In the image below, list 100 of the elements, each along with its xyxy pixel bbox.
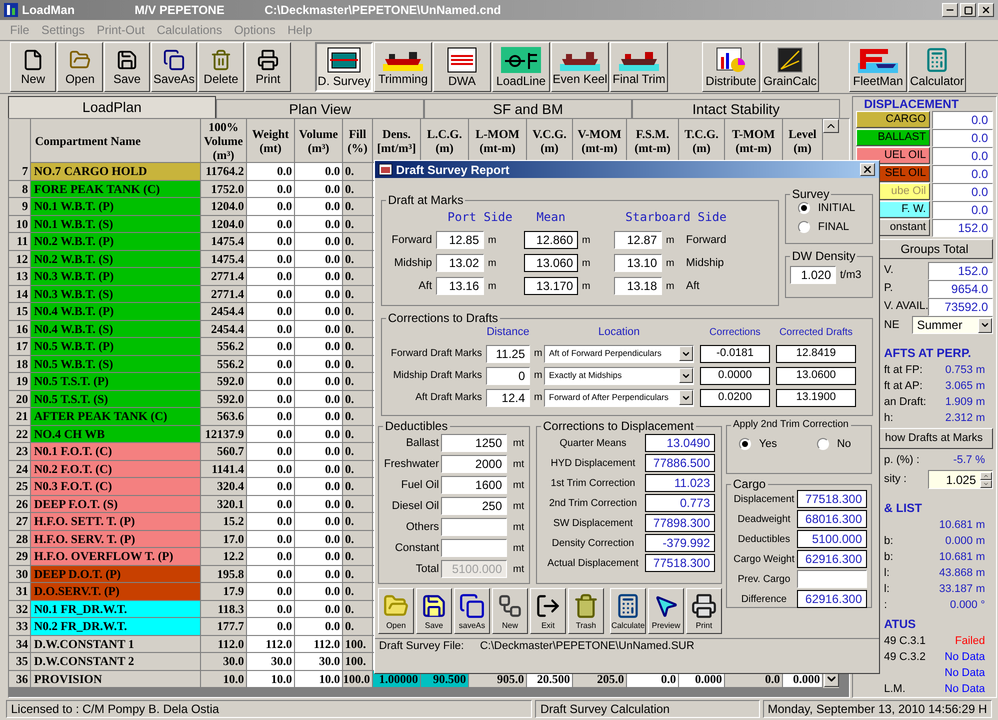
result-field[interactable]: 13.0490	[645, 434, 715, 452]
toolbar-button[interactable]: SaveAs	[151, 42, 197, 92]
corrected-field[interactable]: 13.1900	[776, 388, 856, 406]
group-value-field[interactable]: 152.0	[932, 218, 993, 236]
result-field[interactable]: 77898.300	[645, 514, 715, 532]
distance-field[interactable]: 11.25	[486, 344, 530, 362]
table-cell: 0.0	[247, 496, 295, 513]
draft-field[interactable]: 13.02	[436, 254, 484, 272]
value-text: 33.187 m	[938, 582, 986, 597]
toolbar-button[interactable]: New	[10, 42, 56, 92]
group-value-field[interactable]: 0.0	[932, 182, 993, 200]
group-value-field[interactable]: 0.0	[932, 200, 993, 218]
deductible-field[interactable]	[441, 539, 507, 557]
close-button[interactable]	[860, 163, 875, 176]
radio-option[interactable]: Yes	[739, 436, 777, 452]
compartment-name: N0.3 W.B.T. (P)	[31, 268, 201, 286]
toolbar-button[interactable]: Exit	[530, 588, 566, 634]
cargo-field[interactable]: 62916.300	[797, 550, 867, 568]
toolbar-button[interactable]: Print	[245, 42, 291, 92]
group-value-field[interactable]: 0.0	[932, 164, 993, 182]
cargo-field[interactable]: 77518.300	[797, 490, 867, 508]
dialog-title: Draft Survey Report	[396, 162, 510, 178]
mean-field[interactable]: 13.060	[524, 254, 578, 272]
toolbar-button[interactable]: Save	[104, 42, 150, 92]
group-title: Draft at Marks	[387, 194, 464, 206]
close-button[interactable]	[978, 3, 994, 17]
toolbar-button[interactable]: FleetMan	[849, 42, 907, 92]
result-field[interactable]: 77886.500	[645, 454, 715, 472]
tab[interactable]: Plan View	[216, 99, 424, 118]
draft-field[interactable]: 13.16	[436, 277, 484, 295]
toolbar-button[interactable]: D. Survey	[315, 42, 373, 92]
location-dropdown[interactable]: Exactly at Midships	[544, 366, 694, 384]
toolbar-button[interactable]: LoadLine	[492, 42, 550, 92]
toolbar-button[interactable]: Calculate	[610, 588, 646, 634]
toolbar-button[interactable]: GrainCalc	[761, 42, 819, 92]
mean-field[interactable]: 12.860	[524, 231, 578, 249]
group-value-field[interactable]: 0.0	[932, 128, 993, 146]
cargo-field[interactable]	[797, 570, 867, 588]
toolbar-button[interactable]: Calculator	[908, 42, 966, 92]
row-label: Ballast	[404, 436, 440, 451]
correction-field[interactable]: 0.0000	[700, 366, 770, 384]
toolbar-button[interactable]: Trash	[568, 588, 604, 634]
mean-field[interactable]: 13.170	[524, 277, 578, 295]
table-cell: 0.0	[295, 216, 343, 233]
draft-field[interactable]: 13.18	[614, 277, 662, 295]
tab[interactable]: LoadPlan	[8, 96, 216, 118]
table-cell: 0.0	[247, 250, 295, 268]
result-field[interactable]: 11.023	[645, 474, 715, 492]
deductible-field[interactable]: 250	[441, 497, 507, 515]
location-dropdown[interactable]: Aft of Forward Perpendiculars	[544, 344, 694, 362]
table-cell: 0.	[343, 286, 373, 303]
zone-dropdown[interactable]: Summer	[912, 316, 993, 334]
toolbar-button[interactable]: Even Keel	[551, 42, 609, 92]
draft-field[interactable]: 13.10	[614, 254, 662, 272]
distance-field[interactable]: 12.4	[486, 388, 530, 406]
toolbar-button[interactable]: New	[492, 588, 528, 634]
group-value-field[interactable]: 0.0	[932, 146, 993, 164]
cargo-field[interactable]: 62916.300	[797, 590, 867, 608]
cargo-field[interactable]: 5100.000	[797, 530, 867, 548]
radio-option[interactable]: No	[816, 436, 852, 452]
group-value-field[interactable]: 0.0	[932, 110, 993, 128]
draft-field[interactable]: 12.87	[614, 231, 662, 249]
correction-field[interactable]: -0.0181	[700, 344, 770, 362]
table-cell: 0.0	[247, 566, 295, 583]
value-field[interactable]: 152.0	[928, 262, 993, 280]
deductible-field[interactable]: 1250	[441, 434, 507, 452]
result-field[interactable]: 0.773	[645, 494, 715, 512]
corrected-field[interactable]: 13.0600	[776, 366, 856, 384]
maximize-button[interactable]	[960, 3, 976, 17]
corrected-field[interactable]: 12.8419	[776, 344, 856, 362]
tab[interactable]: Intact Stability	[632, 99, 840, 118]
unit-label: m	[665, 280, 676, 294]
toolbar-button[interactable]: Open	[378, 588, 414, 634]
distance-field[interactable]: 0	[486, 366, 530, 384]
toolbar-button[interactable]: Delete	[198, 42, 244, 92]
draft-field[interactable]: 12.85	[436, 231, 484, 249]
deductible-field[interactable]: 2000	[441, 455, 507, 473]
result-field[interactable]: -379.992	[645, 534, 715, 552]
deductible-field[interactable]	[441, 518, 507, 536]
minimize-button[interactable]	[942, 3, 958, 17]
value-field[interactable]: 73592.0	[928, 298, 993, 316]
toolbar-button[interactable]: Open	[57, 42, 103, 92]
result-field[interactable]: 77518.300	[645, 554, 715, 572]
location-dropdown[interactable]: Forward of After Perpendiculars	[544, 388, 694, 406]
toolbar-button[interactable]: Trimming	[374, 42, 432, 92]
toolbar-button[interactable]: Save	[416, 588, 452, 634]
tab[interactable]: SF and BM	[424, 99, 632, 118]
toolbar-button[interactable]: Distribute	[702, 42, 760, 92]
toolbar-button[interactable]: DWA	[433, 42, 491, 92]
toolbar-button[interactable]: Print	[686, 588, 722, 634]
cargo-field[interactable]: 68016.300	[797, 510, 867, 528]
toolbar-button[interactable]: saveAs	[454, 588, 490, 634]
density-field[interactable]: 1.020	[790, 266, 836, 284]
density-spinner[interactable]: 1.025	[928, 470, 993, 489]
toolbar-button[interactable]: Preview	[648, 588, 684, 634]
table-cell: 0.0	[247, 390, 295, 408]
toolbar-button[interactable]: Final Trim	[610, 42, 668, 92]
correction-field[interactable]: 0.0200	[700, 388, 770, 406]
value-field[interactable]: 9654.0	[928, 280, 993, 298]
deductible-field[interactable]: 1600	[441, 476, 507, 494]
